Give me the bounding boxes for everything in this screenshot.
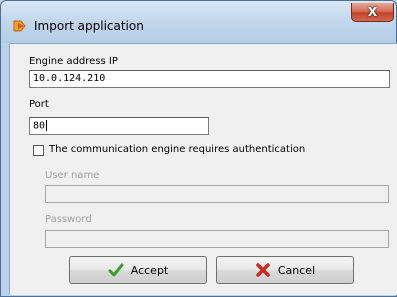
auth-checkbox-label[interactable]: The communication engine requires authen… bbox=[49, 144, 305, 155]
cancel-button[interactable]: Cancel bbox=[216, 256, 354, 284]
engine-address-value: 10.0.124.210 bbox=[33, 73, 106, 84]
dialog-window: Import application X Engine address IP 1… bbox=[0, 0, 397, 297]
close-icon: X bbox=[367, 5, 378, 19]
auth-checkbox[interactable] bbox=[33, 145, 44, 156]
username-input[interactable] bbox=[45, 185, 389, 203]
cancel-button-label: Cancel bbox=[277, 263, 316, 277]
accept-button[interactable]: Accept bbox=[69, 256, 207, 284]
red-x-icon bbox=[256, 263, 270, 277]
engine-address-input[interactable]: 10.0.124.210 bbox=[29, 70, 390, 88]
dialog-client-area: Engine address IP 10.0.124.210 Port 80 T… bbox=[9, 43, 397, 295]
port-input[interactable]: 80 bbox=[29, 117, 209, 135]
title-bar[interactable]: Import application bbox=[1, 1, 396, 43]
password-label: Password bbox=[45, 214, 92, 225]
close-button[interactable]: X bbox=[351, 3, 394, 22]
port-label: Port bbox=[29, 99, 49, 110]
engine-address-label: Engine address IP bbox=[29, 56, 118, 67]
accept-button-label: Accept bbox=[130, 263, 169, 277]
password-input[interactable] bbox=[45, 230, 389, 248]
green-check-icon bbox=[108, 263, 124, 277]
text-caret bbox=[46, 120, 48, 131]
dialog-title: Import application bbox=[34, 19, 144, 33]
import-app-icon bbox=[12, 18, 28, 34]
port-value: 80 bbox=[33, 120, 46, 132]
username-label: User name bbox=[45, 170, 100, 181]
